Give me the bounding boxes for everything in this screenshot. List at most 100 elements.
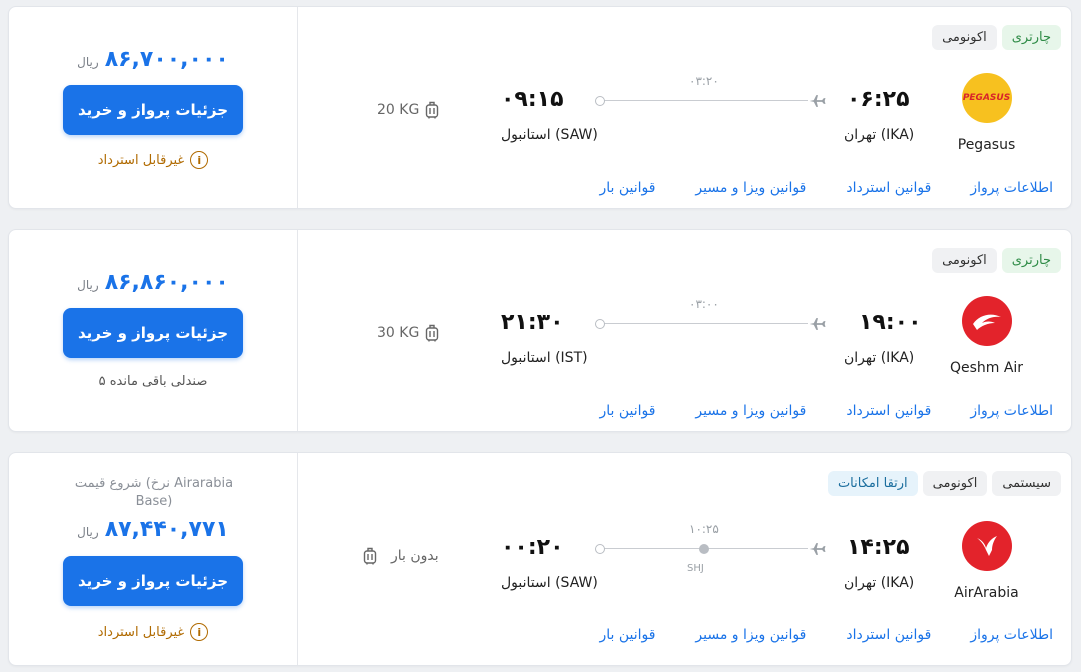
baggage-info: 30 KG bbox=[377, 324, 439, 342]
arrival-city: استانبول (SAW) bbox=[501, 575, 598, 591]
baggage-rules-link[interactable]: قوانین بار bbox=[599, 403, 655, 419]
buy-button[interactable]: جزئیات پرواز و خرید bbox=[63, 556, 243, 606]
refund-status: غیرقابل استرداد i bbox=[9, 623, 297, 641]
refund-rules-link[interactable]: قوانین استرداد bbox=[846, 627, 931, 643]
flight-links: اطلاعات پرواز قوانین استرداد قوانین ویزا… bbox=[599, 403, 1053, 419]
stopover-code: SHJ bbox=[687, 563, 704, 574]
plane-icon bbox=[809, 543, 826, 555]
visa-rules-link[interactable]: قوانین ویزا و مسیر bbox=[695, 627, 806, 643]
fare-tags: سیستمی اکونومی ارتقا امکانات bbox=[827, 471, 1061, 496]
airline-name: Pegasus bbox=[957, 137, 1016, 153]
baggage-info: بدون بار bbox=[363, 547, 439, 565]
price-currency: ریال bbox=[77, 278, 99, 292]
departure-city: تهران (IKA) bbox=[844, 575, 915, 591]
flight-duration: ۱۰:۲۵ bbox=[689, 522, 719, 536]
tag-economy: اکونومی bbox=[922, 471, 988, 496]
stopover-dot bbox=[699, 544, 709, 554]
flight-card: ریال ۸۶,۷۰۰,۰۰۰ جزئیات پرواز و خرید غیرق… bbox=[8, 6, 1072, 209]
departure-time: ۱۴:۲۵ bbox=[847, 535, 910, 560]
qeshm-air-logo bbox=[961, 296, 1012, 346]
price-currency: ریال bbox=[77, 55, 99, 69]
plane-icon bbox=[809, 318, 826, 330]
status-text: ۵ صندلی باقی مانده bbox=[98, 374, 208, 389]
tag-economy: اکونومی bbox=[932, 248, 997, 273]
status-text: غیرقابل استرداد bbox=[97, 624, 185, 640]
airline: AirArabia bbox=[944, 521, 1029, 601]
price-section: ریال ۸۶,۸۶۰,۰۰۰ جزئیات پرواز و خرید ۵ صن… bbox=[9, 230, 297, 431]
departure-city: تهران (IKA) bbox=[844, 127, 915, 143]
status-text: غیرقابل استرداد bbox=[97, 152, 185, 168]
tag-charter: چارتری bbox=[1001, 25, 1061, 50]
buy-button[interactable]: جزئیات پرواز و خرید bbox=[63, 308, 243, 358]
departure-time: ۰۶:۲۵ bbox=[847, 87, 910, 112]
baggage-weight: بدون بار bbox=[391, 548, 439, 564]
refund-rules-link[interactable]: قوانین استرداد bbox=[846, 403, 931, 419]
visa-rules-link[interactable]: قوانین ویزا و مسیر bbox=[695, 403, 806, 419]
arrival-city: استانبول (IST) bbox=[501, 350, 588, 366]
flight-card: شروع قیمت (نرخ Airarabia Base) ریال ۸۷,۴… bbox=[8, 452, 1072, 666]
visa-rules-link[interactable]: قوانین ویزا و مسیر bbox=[695, 180, 806, 196]
luggage-icon bbox=[426, 101, 439, 119]
baggage-weight: 20 KG bbox=[377, 102, 420, 118]
info-icon[interactable]: i bbox=[190, 623, 209, 641]
fare-tags: چارتری اکونومی bbox=[932, 248, 1061, 273]
tag-economy: اکونومی bbox=[932, 25, 997, 50]
pegasus-logo: PEGASUS bbox=[961, 73, 1012, 123]
flight-duration: ۰۳:۰۰ bbox=[689, 297, 719, 311]
price-row: ریال ۸۷,۴۴۰,۷۷۱ bbox=[9, 517, 297, 542]
buy-button[interactable]: جزئیات پرواز و خرید bbox=[63, 85, 243, 135]
divider bbox=[297, 7, 298, 208]
flight-duration: ۰۳:۲۰ bbox=[689, 74, 719, 88]
route-start-dot bbox=[595, 96, 605, 106]
airline-name: Qeshm Air bbox=[949, 360, 1024, 376]
luggage-icon bbox=[426, 324, 439, 342]
luggage-icon bbox=[363, 547, 377, 565]
baggage-rules-link[interactable]: قوانین بار bbox=[599, 627, 655, 643]
route-line bbox=[595, 95, 828, 107]
flight-info-link[interactable]: اطلاعات پرواز bbox=[970, 403, 1053, 419]
plane-icon bbox=[809, 95, 826, 107]
airline-name: AirArabia bbox=[954, 585, 1019, 601]
route-line bbox=[595, 543, 828, 555]
arrival-city: استانبول (SAW) bbox=[501, 127, 598, 143]
info-icon[interactable]: i bbox=[190, 151, 209, 169]
price-amount: ۸۶,۷۰۰,۰۰۰ bbox=[104, 47, 229, 72]
departure-city: تهران (IKA) bbox=[844, 350, 915, 366]
price-note: شروع قیمت (نرخ Airarabia Base) bbox=[74, 476, 234, 509]
price-amount: ۸۷,۴۴۰,۷۷۱ bbox=[104, 517, 229, 542]
baggage-rules-link[interactable]: قوانین بار bbox=[599, 180, 655, 196]
airarabia-logo bbox=[961, 521, 1012, 571]
airline: PEGASUS Pegasus bbox=[944, 73, 1029, 153]
arrival-time: ۰۰:۲۰ bbox=[501, 535, 564, 560]
airline: Qeshm Air bbox=[944, 296, 1029, 376]
divider bbox=[297, 230, 298, 431]
pegasus-logo-text: PEGASUS bbox=[962, 93, 1011, 103]
tag-upgrade: ارتقا امکانات bbox=[827, 471, 918, 496]
tag-system: سیستمی bbox=[992, 471, 1061, 496]
flight-info-link[interactable]: اطلاعات پرواز bbox=[970, 180, 1053, 196]
flight-card: ریال ۸۶,۸۶۰,۰۰۰ جزئیات پرواز و خرید ۵ صن… bbox=[8, 229, 1072, 432]
flight-info-link[interactable]: اطلاعات پرواز bbox=[970, 627, 1053, 643]
departure-time: ۱۹:۰۰ bbox=[859, 310, 922, 335]
arrival-time: ۰۹:۱۵ bbox=[501, 87, 564, 112]
refund-rules-link[interactable]: قوانین استرداد bbox=[846, 180, 931, 196]
tag-charter: چارتری bbox=[1001, 248, 1061, 273]
refund-status: غیرقابل استرداد i bbox=[9, 151, 297, 169]
arrival-time: ۲۱:۳۰ bbox=[501, 310, 564, 335]
price-currency: ریال bbox=[77, 525, 99, 539]
seats-remaining: ۵ صندلی باقی مانده bbox=[9, 374, 297, 389]
price-amount: ۸۶,۸۶۰,۰۰۰ bbox=[104, 270, 229, 295]
divider bbox=[297, 453, 298, 665]
baggage-info: 20 KG bbox=[377, 101, 439, 119]
route-line bbox=[595, 318, 828, 330]
route-start-dot bbox=[595, 544, 605, 554]
fare-tags: چارتری اکونومی bbox=[932, 25, 1061, 50]
price-row: ریال ۸۶,۷۰۰,۰۰۰ bbox=[9, 47, 297, 72]
baggage-weight: 30 KG bbox=[377, 325, 420, 341]
flight-links: اطلاعات پرواز قوانین استرداد قوانین ویزا… bbox=[599, 627, 1053, 643]
price-section: شروع قیمت (نرخ Airarabia Base) ریال ۸۷,۴… bbox=[9, 453, 297, 665]
price-row: ریال ۸۶,۸۶۰,۰۰۰ bbox=[9, 270, 297, 295]
price-section: ریال ۸۶,۷۰۰,۰۰۰ جزئیات پرواز و خرید غیرق… bbox=[9, 7, 297, 208]
flight-links: اطلاعات پرواز قوانین استرداد قوانین ویزا… bbox=[599, 180, 1053, 196]
route-start-dot bbox=[595, 319, 605, 329]
